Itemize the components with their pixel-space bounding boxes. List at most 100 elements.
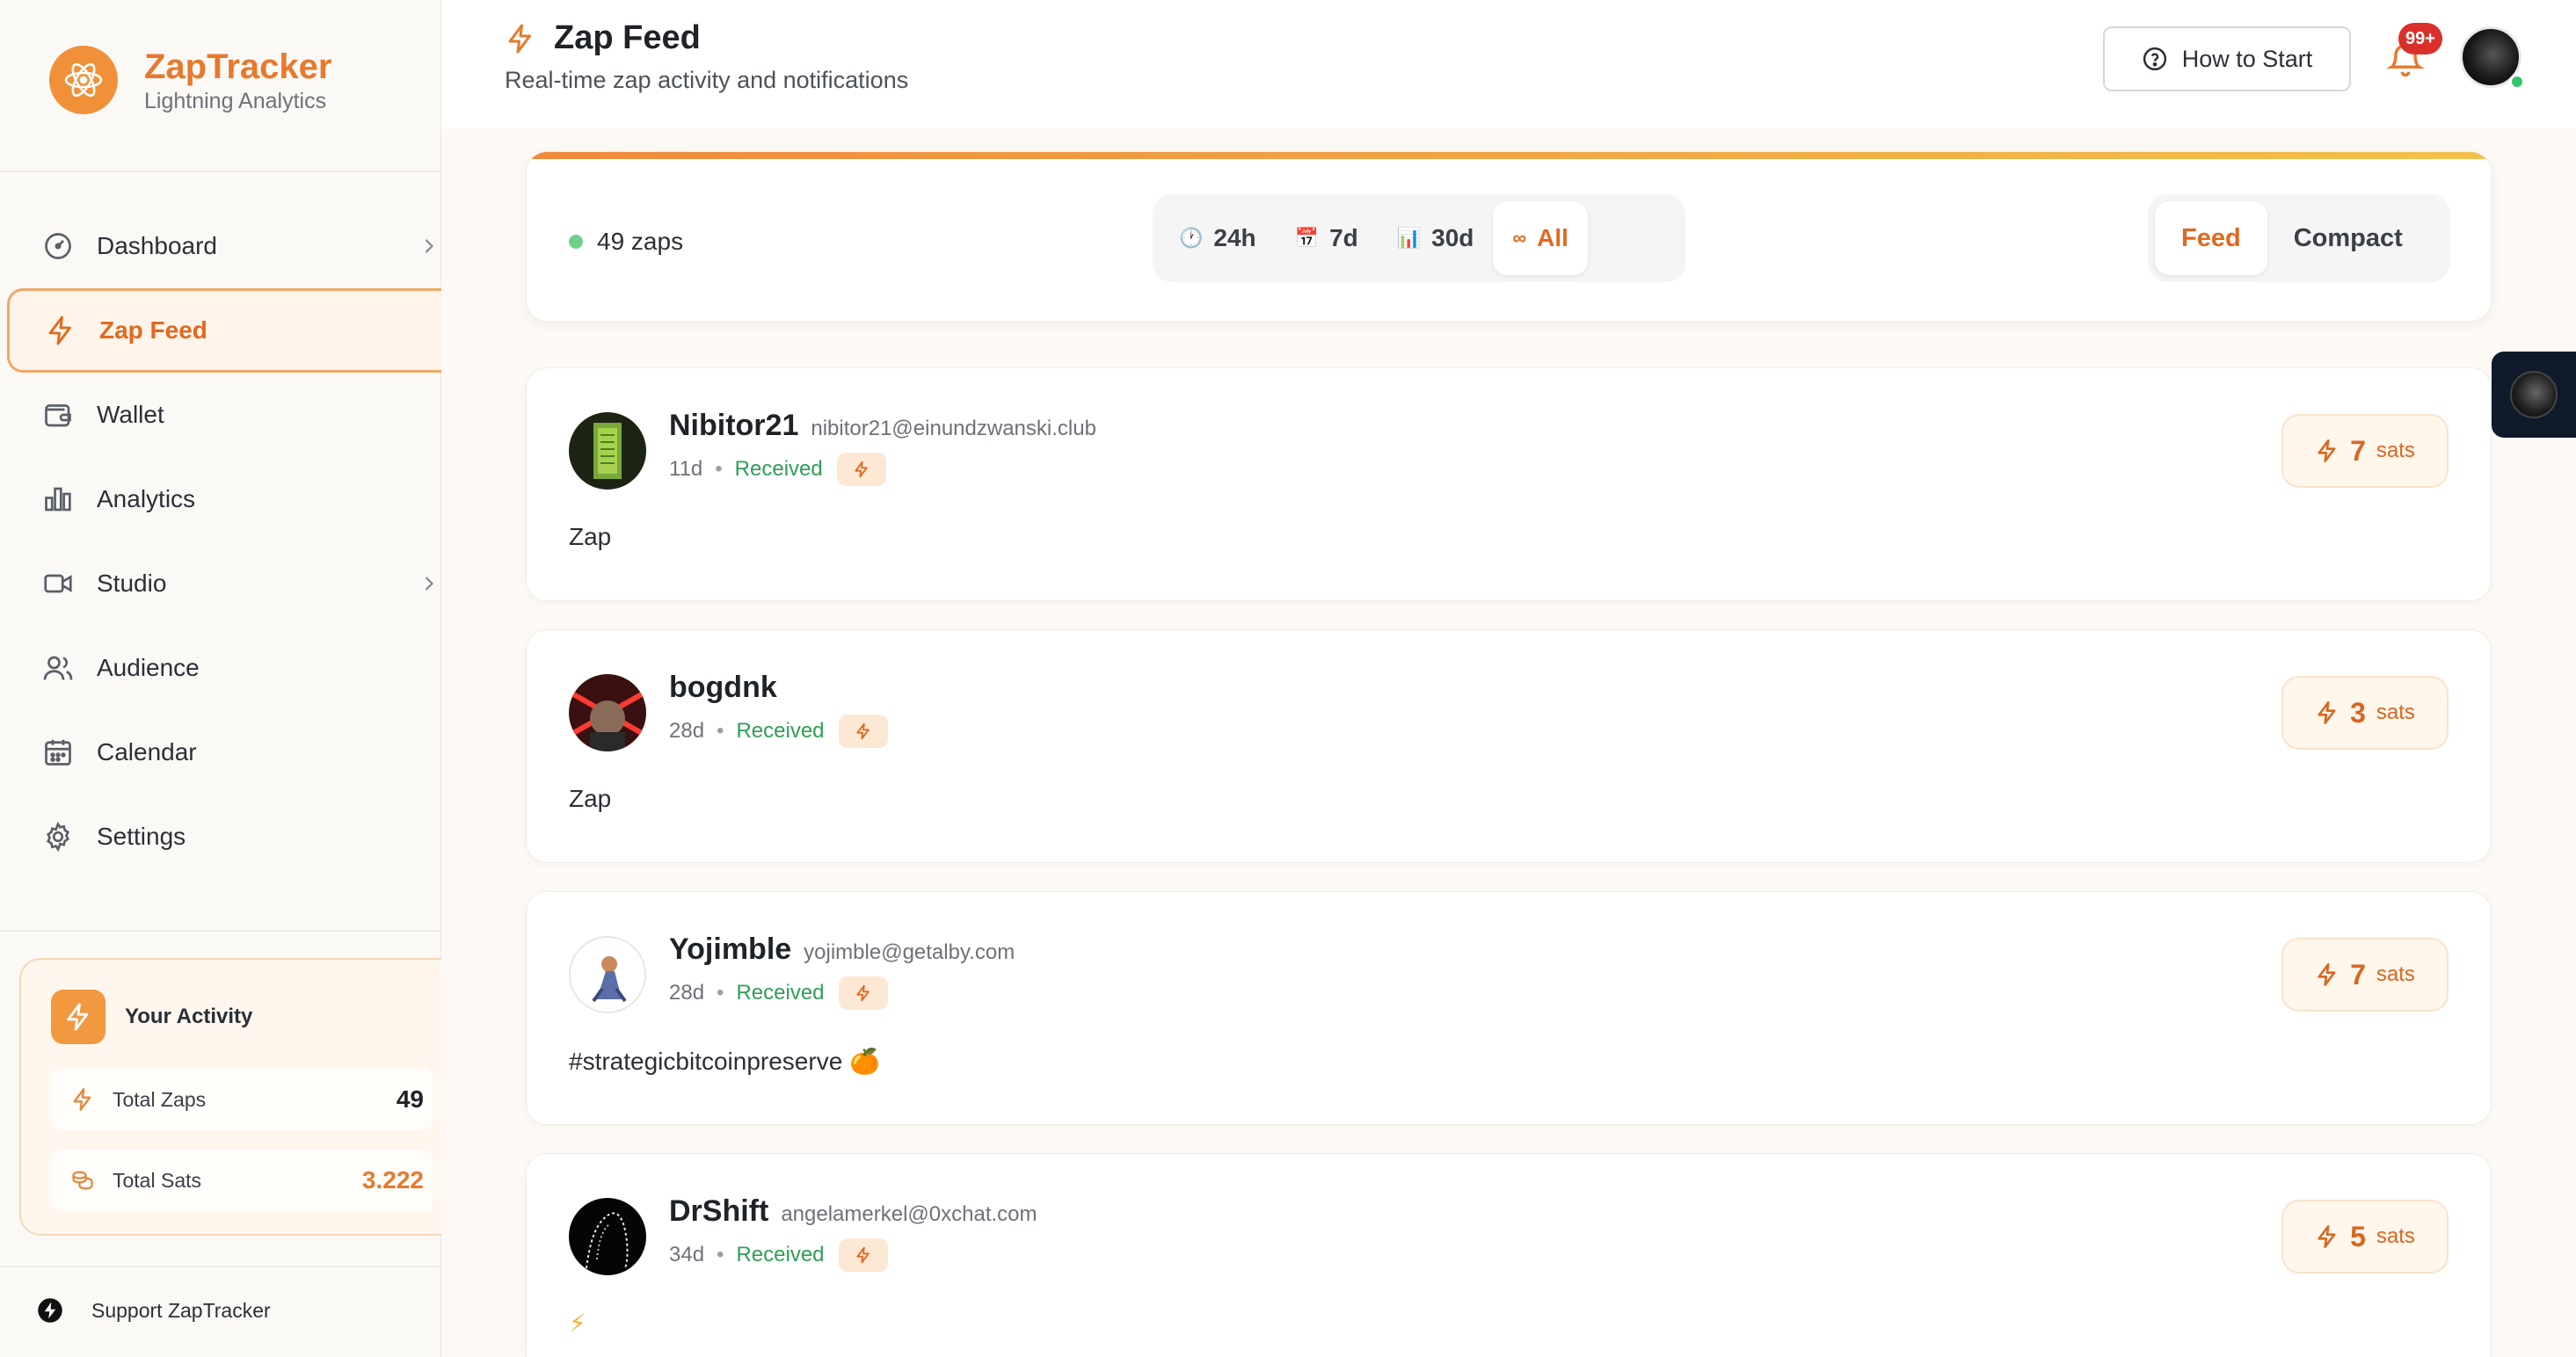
sidebar-item-label: Calendar (97, 738, 197, 766)
zap-age: 28d (669, 719, 705, 743)
sats-amount: 5 (2350, 1220, 2366, 1252)
sidebar-item-settings[interactable]: Settings (0, 795, 441, 879)
stat-total-zaps: Total Zaps 49 (51, 1069, 433, 1130)
stat-value: 49 (396, 1085, 424, 1113)
range-30d-button[interactable]: 📊 30d (1378, 201, 1494, 275)
bolt-icon (838, 1238, 888, 1272)
sidebar-item-label: Studio (97, 570, 167, 597)
sidebar-item-label: Settings (97, 823, 186, 850)
zap-meta: 28d • Received (669, 976, 888, 1010)
avatar[interactable] (569, 674, 646, 751)
zap-meta: 28d • Received (669, 715, 888, 748)
sats-unit: sats (2376, 962, 2415, 986)
gauge-icon (42, 230, 74, 262)
zap-count-label: 49 zaps (597, 228, 684, 255)
calendar-icon: 📅 (1294, 227, 1320, 249)
brand[interactable]: ZapTracker Lightning Analytics (49, 46, 331, 114)
atom-logo-icon (49, 46, 118, 114)
zap-card[interactable]: Nibitor21 nibitor21@einundzwanski.club 11… (526, 367, 2492, 601)
sidebar-divider (0, 1266, 441, 1267)
activity-title: Your Activity (125, 1005, 253, 1028)
zap-status: Received (736, 981, 825, 1005)
zap-card[interactable]: Yojimble yojimble@getalby.com 28d • Recei… (526, 891, 2492, 1125)
view-mode-selector: Feed Compact (2148, 194, 2450, 282)
zap-meta: 34d • Received (669, 1238, 888, 1272)
stat-total-sats: Total Sats 3.222 (51, 1150, 433, 1211)
sender-name[interactable]: bogdnk (669, 671, 790, 705)
sidebar-item-zap-feed[interactable]: Zap Feed (7, 288, 441, 373)
sidebar-divider (0, 930, 441, 932)
bolt-icon (2315, 439, 2340, 463)
brand-tagline: Lightning Analytics (144, 88, 327, 113)
zap-card[interactable]: bogdnk 28d • Received Zap 3 sats (526, 629, 2492, 863)
zap-meta: 11d • Received (669, 453, 886, 486)
video-icon (42, 568, 74, 599)
stat-label: Total Zaps (113, 1087, 207, 1111)
stat-value: 3.222 (361, 1166, 424, 1194)
sats-amount-badge: 7 sats (2281, 414, 2449, 488)
zap-message: #strategicbitcoinpreserve 🍊 (569, 1048, 880, 1075)
zap-age: 28d (669, 981, 705, 1005)
wallet-icon (42, 399, 74, 431)
range-all-button[interactable]: ∞ All (1493, 201, 1588, 275)
sidebar-item-calendar[interactable]: Calendar (0, 710, 441, 795)
avatar[interactable] (569, 1198, 646, 1275)
infinity-icon: ∞ (1512, 227, 1527, 249)
support-link[interactable]: Support ZapTracker (37, 1297, 271, 1324)
zap-status: Received (736, 1243, 825, 1266)
view-compact-button[interactable]: Compact (2267, 201, 2429, 275)
range-24h-button[interactable]: 🕐 24h (1160, 201, 1276, 275)
sender-name[interactable]: Nibitor21 nibitor21@einundzwanski.club (669, 409, 1096, 443)
sender-name[interactable]: DrShift angelamerkel@0xchat.com (669, 1194, 1037, 1229)
page-subtitle: Real-time zap activity and notifications (505, 67, 909, 93)
bolt-icon (51, 990, 106, 1044)
range-label: All (1537, 224, 1568, 251)
sats-amount-badge: 7 sats (2281, 938, 2449, 1012)
sidebar-item-dashboard[interactable]: Dashboard (0, 204, 441, 288)
calendar-icon (42, 737, 74, 768)
sidebar-item-audience[interactable]: Audience (0, 626, 441, 710)
chevron-right-icon (417, 571, 441, 596)
avatar (2510, 371, 2558, 418)
how-to-start-label: How to Start (2181, 45, 2313, 72)
sats-amount: 3 (2350, 696, 2366, 729)
sidebar-item-studio[interactable]: Studio (0, 541, 441, 626)
gear-icon (42, 821, 74, 853)
zap-status: Received (736, 719, 825, 743)
activity-panel: Your Activity Total Zaps 49 Total Sats 3… (19, 958, 441, 1236)
sidebar-item-wallet[interactable]: Wallet (0, 373, 441, 457)
zap-status: Received (734, 457, 823, 481)
avatar[interactable] (569, 412, 646, 490)
live-dot (569, 235, 583, 249)
zap-card[interactable]: DrShift angelamerkel@0xchat.com 34d • Rec… (526, 1153, 2492, 1357)
bolt-icon (2315, 700, 2340, 725)
online-status-dot (2509, 74, 2525, 90)
sender-name[interactable]: Yojimble yojimble@getalby.com (669, 932, 1015, 967)
time-range-selector: 🕐 24h 📅 7d 📊 30d ∞ All (1153, 194, 1685, 282)
zap-age: 34d (669, 1243, 705, 1266)
stat-label: Total Sats (113, 1168, 201, 1192)
range-label: 7d (1329, 224, 1358, 251)
bolt-icon (836, 453, 886, 486)
range-label: 30d (1431, 224, 1474, 251)
sats-amount-badge: 3 sats (2281, 676, 2449, 750)
range-label: 24h (1213, 224, 1256, 251)
view-feed-button[interactable]: Feed (2155, 201, 2267, 275)
avatar[interactable] (569, 936, 646, 1013)
accent-bar (527, 152, 2491, 159)
how-to-start-button[interactable]: How to Start (2103, 26, 2351, 91)
sidebar-item-analytics[interactable]: Analytics (0, 457, 441, 541)
support-label: Support ZapTracker (91, 1298, 271, 1322)
zap-message: ⚡ (569, 1310, 586, 1337)
sats-amount: 7 (2350, 958, 2366, 991)
sidebar-item-label: Wallet (97, 401, 164, 428)
feed-toolbar: 49 zaps 🕐 24h 📅 7d 📊 30d ∞ All Feed Comp… (526, 151, 2492, 322)
chart-icon: 📊 (1396, 227, 1422, 249)
sidebar-nav: Dashboard Zap Feed Wallet Analytics Stud… (0, 204, 441, 879)
floating-profile-tab[interactable] (2492, 352, 2576, 438)
sats-unit: sats (2376, 1224, 2415, 1248)
bolt-icon (838, 976, 888, 1010)
range-7d-button[interactable]: 📅 7d (1276, 201, 1378, 275)
sidebar-divider (0, 171, 441, 172)
sender-nip05: yojimble@getalby.com (804, 940, 1015, 964)
